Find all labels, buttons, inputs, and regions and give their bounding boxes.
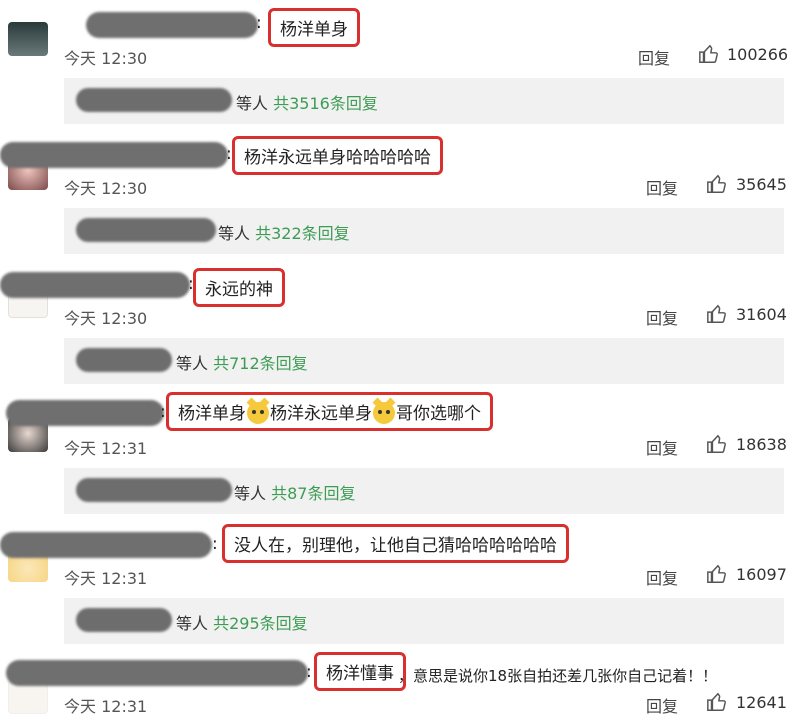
reply-users-blurred	[76, 348, 172, 372]
cat-emoji-icon	[247, 402, 269, 424]
replies-count-link[interactable]: 共87条回复	[271, 484, 355, 503]
replies-summary: 等人 共322条回复	[218, 220, 350, 244]
like-count: 16097	[736, 565, 787, 584]
comment-item: : 杨洋永远单身哈哈哈哈哈 今天 12:30 回复 35645 等人 共322条…	[0, 130, 800, 260]
comment-item: : 永远的神 今天 12:30 回复 31604 等人 共712条回复	[0, 260, 800, 390]
comment-text-rest: ，意思是说你18张自拍还差几张你自己记着！！	[398, 667, 718, 685]
replies-panel[interactable]: 等人 共322条回复	[64, 208, 784, 254]
comment-item: : 杨洋单身 杨洋永远单身 哥你选哪个 今天 12:31 回复 18638 等人 共…	[0, 390, 800, 520]
comment-text-highlighted: 杨洋单身	[268, 8, 360, 47]
highlight-part: 杨洋永远单身	[270, 404, 372, 424]
comment-time: 今天 12:31	[64, 697, 148, 716]
like-count: 35645	[736, 175, 787, 194]
comment-text-highlighted: 杨洋永远单身哈哈哈哈哈	[232, 136, 443, 175]
comment-time: 今天 12:31	[64, 439, 148, 458]
replies-panel[interactable]: 等人 共712条回复	[64, 338, 784, 384]
reply-button[interactable]: 回复	[646, 435, 678, 459]
colon: :	[212, 534, 218, 554]
replies-summary: 等人 共295条回复	[176, 610, 308, 634]
replies-suffix: 等人	[176, 354, 209, 373]
like-count: 100266	[727, 45, 789, 64]
colon: :	[160, 402, 166, 422]
comment-time: 今天 12:30	[64, 309, 148, 328]
replies-summary: 等人 共87条回复	[234, 480, 355, 504]
comment-text-highlighted: 杨洋单身 杨洋永远单身 哥你选哪个	[166, 392, 493, 431]
replies-suffix: 等人	[218, 224, 251, 243]
replies-summary: 等人 共3516条回复	[236, 90, 378, 114]
username-blurred[interactable]	[0, 142, 228, 168]
comment-time: 今天 12:31	[64, 569, 148, 588]
thumbs-up-icon[interactable]	[706, 691, 728, 713]
reply-users-blurred	[76, 88, 232, 112]
like-count: 18638	[736, 435, 787, 454]
username-blurred[interactable]	[86, 12, 258, 38]
comment-item: : 没人在，别理他，让他自己猜哈哈哈哈哈哈 今天 12:31 回复 16097 …	[0, 520, 800, 650]
replies-count-link[interactable]: 共3516条回复	[273, 94, 378, 113]
reply-button[interactable]: 回复	[646, 175, 678, 199]
username-blurred[interactable]	[6, 400, 164, 426]
comment-time: 今天 12:30	[64, 179, 148, 198]
reply-button[interactable]: 回复	[646, 693, 678, 717]
replies-count-link[interactable]: 共295条回复	[213, 614, 308, 633]
cat-emoji-icon	[373, 402, 395, 424]
thumbs-up-icon[interactable]	[698, 43, 720, 65]
highlight-part: 杨洋单身	[178, 404, 246, 424]
avatar[interactable]	[8, 22, 48, 56]
comment-item: : 杨洋单身 今天 12:30 回复 100266 等人 共3516条回复	[0, 0, 800, 130]
reply-users-blurred	[76, 608, 172, 632]
comment-text-highlighted: 永远的神	[193, 268, 285, 307]
replies-count-link[interactable]: 共322条回复	[255, 224, 350, 243]
replies-summary: 等人 共712条回复	[176, 350, 308, 374]
like-count: 31604	[736, 305, 787, 324]
replies-panel[interactable]: 等人 共87条回复	[64, 468, 784, 514]
thumbs-up-icon[interactable]	[706, 563, 728, 585]
replies-count-link[interactable]: 共712条回复	[213, 354, 308, 373]
reply-button[interactable]: 回复	[646, 565, 678, 589]
colon: :	[256, 13, 262, 33]
thumbs-up-icon[interactable]	[706, 433, 728, 455]
reply-users-blurred	[76, 478, 232, 502]
username-blurred[interactable]	[0, 532, 212, 558]
comment-item: : 杨洋懂事 ，意思是说你18张自拍还差几张你自己记着！！ 今天 12:31 回…	[0, 648, 800, 717]
comment-time: 今天 12:30	[64, 49, 148, 68]
reply-button[interactable]: 回复	[638, 45, 670, 69]
comment-text-highlighted: 杨洋懂事	[314, 652, 406, 691]
username-blurred[interactable]	[0, 272, 190, 298]
comment-text-highlighted: 没人在，别理他，让他自己猜哈哈哈哈哈哈	[222, 524, 569, 563]
replies-suffix: 等人	[236, 94, 269, 113]
reply-users-blurred	[76, 218, 216, 242]
reply-button[interactable]: 回复	[646, 305, 678, 329]
colon: :	[306, 662, 312, 682]
replies-suffix: 等人	[234, 484, 267, 503]
replies-panel[interactable]: 等人 共3516条回复	[64, 78, 784, 124]
colon: :	[226, 144, 232, 164]
username-blurred[interactable]	[6, 660, 308, 686]
replies-suffix: 等人	[176, 614, 209, 633]
thumbs-up-icon[interactable]	[706, 303, 728, 325]
highlight-part: 哥你选哪个	[396, 404, 481, 424]
replies-panel[interactable]: 等人 共295条回复	[64, 598, 784, 644]
like-count: 12641	[736, 693, 787, 712]
thumbs-up-icon[interactable]	[706, 173, 728, 195]
